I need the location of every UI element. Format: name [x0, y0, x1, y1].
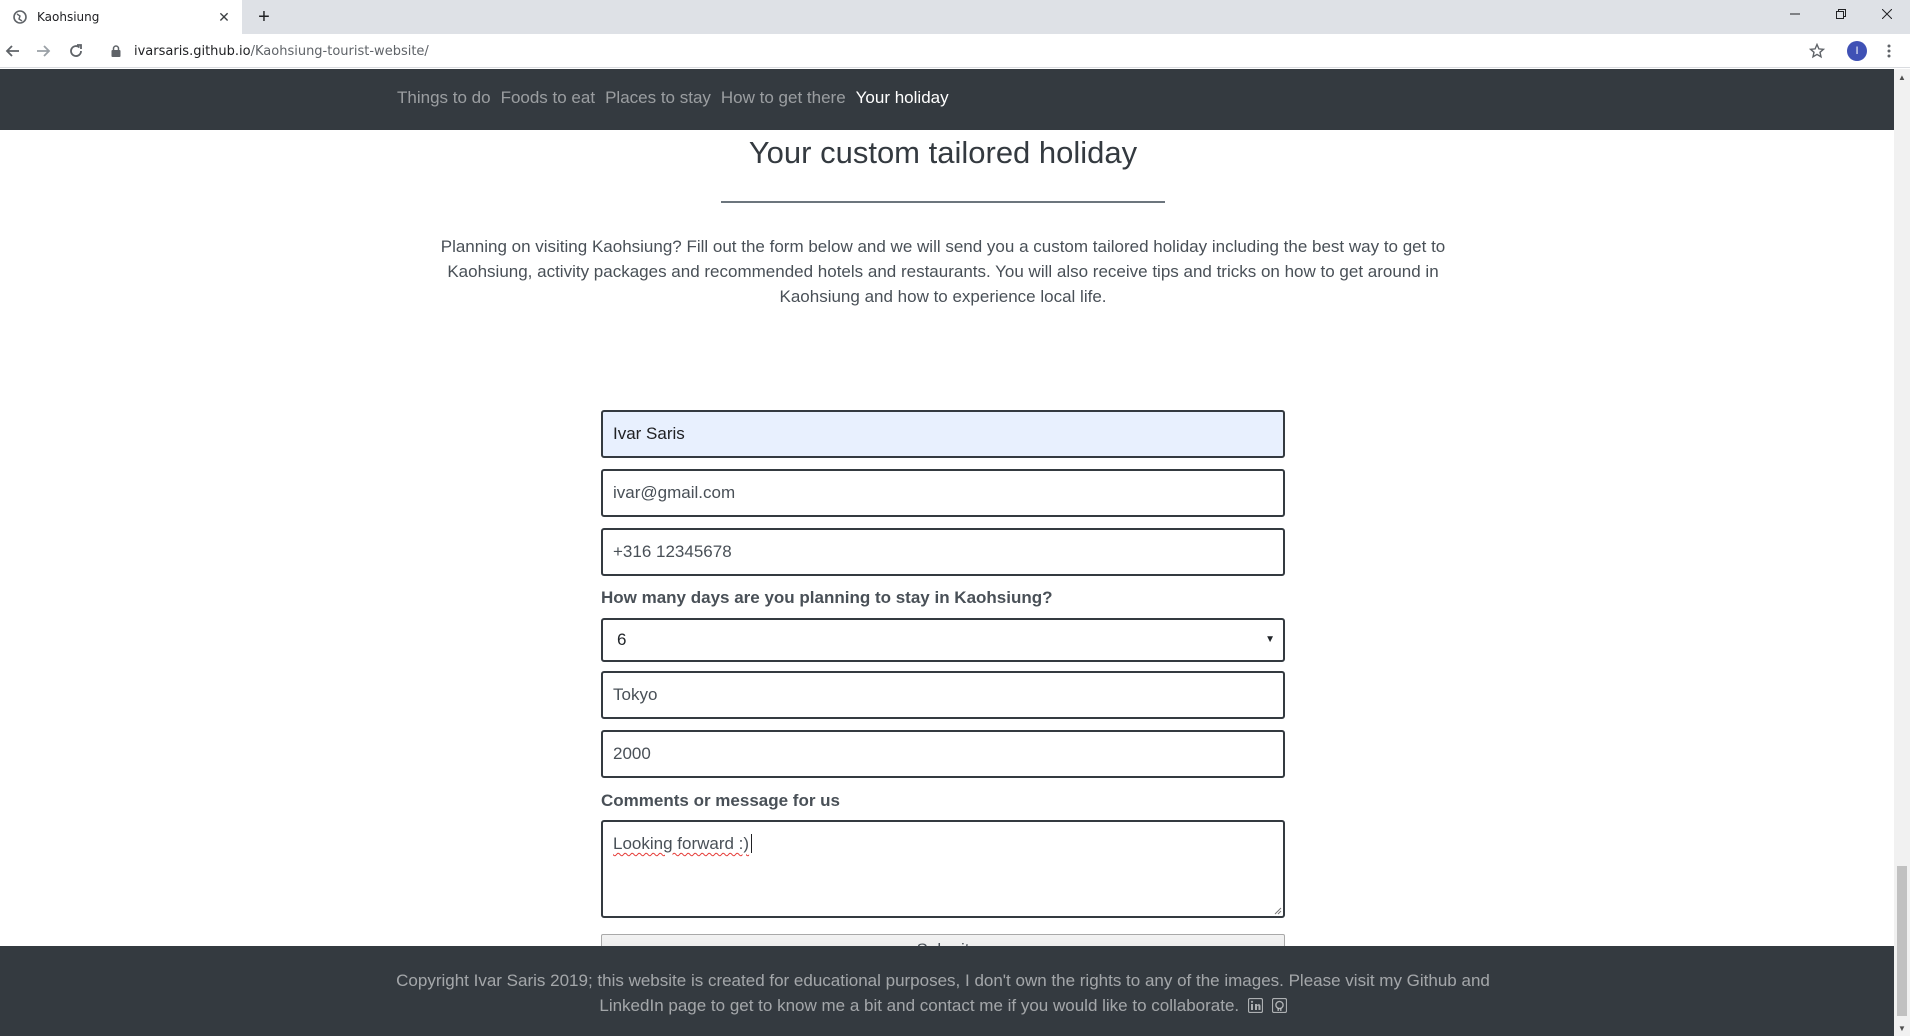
new-tab-button[interactable]: + — [250, 3, 278, 31]
text-cursor — [751, 834, 753, 853]
site-footer: Copyright Ivar Saris 2019; this website … — [0, 946, 1894, 1036]
intro-paragraph: Planning on visiting Kaohsiung? Fill out… — [440, 237, 1446, 306]
bookmark-star-icon[interactable] — [1806, 40, 1828, 62]
chevron-down-icon: ▼ — [1265, 634, 1275, 645]
close-tab-icon[interactable]: ✕ — [212, 5, 236, 29]
page-scrollbar[interactable]: ▲ ▼ — [1894, 69, 1910, 1036]
site-navbar: Things to do Foods to eat Places to stay… — [0, 69, 1894, 130]
days-select[interactable]: 6 ▼ — [601, 618, 1285, 662]
lock-icon — [108, 43, 124, 59]
browser-menu-icon[interactable] — [1878, 40, 1900, 62]
nav-links: Things to do Foods to eat Places to stay… — [392, 88, 954, 108]
email-input[interactable]: ivar@gmail.com — [601, 469, 1285, 517]
github-icon[interactable] — [1271, 998, 1287, 1013]
url-host: ivarsaris.github.io — [134, 43, 251, 59]
reload-icon[interactable] — [64, 39, 88, 63]
profile-avatar[interactable]: I — [1847, 41, 1867, 61]
minimize-window-icon[interactable] — [1772, 0, 1818, 28]
budget-input[interactable]: 2000 — [601, 730, 1285, 778]
tab-title: Kaohsiung — [37, 10, 100, 24]
page-viewport: Things to do Foods to eat Places to stay… — [0, 69, 1894, 1036]
nav-link-foods-to-eat[interactable]: Foods to eat — [496, 88, 601, 108]
phone-input[interactable]: +316 12345678 — [601, 528, 1285, 576]
comments-label: Comments or message for us — [601, 791, 841, 810]
back-arrow-icon[interactable] — [1, 39, 25, 63]
footer-text-block: Copyright Ivar Saris 2019; this website … — [390, 968, 1496, 1018]
browser-tabstrip: Kaohsiung ✕ + — [0, 0, 1910, 34]
scroll-up-arrow-icon[interactable]: ▲ — [1894, 69, 1910, 85]
days-label: How many days are you planning to stay i… — [601, 588, 1053, 607]
page-title: Your custom tailored holiday — [748, 135, 1138, 170]
linkedin-icon[interactable] — [1247, 998, 1263, 1013]
nav-link-things-to-do[interactable]: Things to do — [392, 88, 496, 108]
globe-icon — [12, 10, 27, 25]
nav-link-your-holiday[interactable]: Your holiday — [851, 88, 954, 108]
title-divider — [721, 201, 1165, 203]
comments-textarea[interactable]: Looking forward :) — [601, 820, 1285, 918]
footer-copyright: Copyright Ivar Saris 2019; this website … — [396, 971, 1490, 1015]
url-path: /Kaohsiung-tourist-website/ — [250, 43, 429, 59]
scrollbar-thumb[interactable] — [1897, 866, 1907, 1016]
nav-link-how-to-get-there[interactable]: How to get there — [716, 88, 851, 108]
restore-window-icon[interactable] — [1818, 0, 1864, 28]
close-window-icon[interactable] — [1864, 0, 1910, 28]
comments-text: Looking forward :) — [613, 834, 750, 853]
browser-tab[interactable]: Kaohsiung ✕ — [0, 0, 242, 34]
nav-link-places-to-stay[interactable]: Places to stay — [600, 88, 716, 108]
forward-arrow-icon[interactable] — [31, 39, 55, 63]
name-input[interactable]: Ivar Saris — [601, 410, 1285, 458]
resize-handle-icon[interactable] — [1272, 905, 1282, 915]
address-bar[interactable]: ivarsaris.github.io/Kaohsiung-tourist-we… — [100, 37, 1790, 65]
browser-toolbar: ivarsaris.github.io/Kaohsiung-tourist-we… — [0, 34, 1910, 68]
scroll-down-arrow-icon[interactable]: ▼ — [1894, 1020, 1910, 1036]
origin-input[interactable]: Tokyo — [601, 671, 1285, 719]
days-select-value: 6 — [617, 630, 627, 649]
